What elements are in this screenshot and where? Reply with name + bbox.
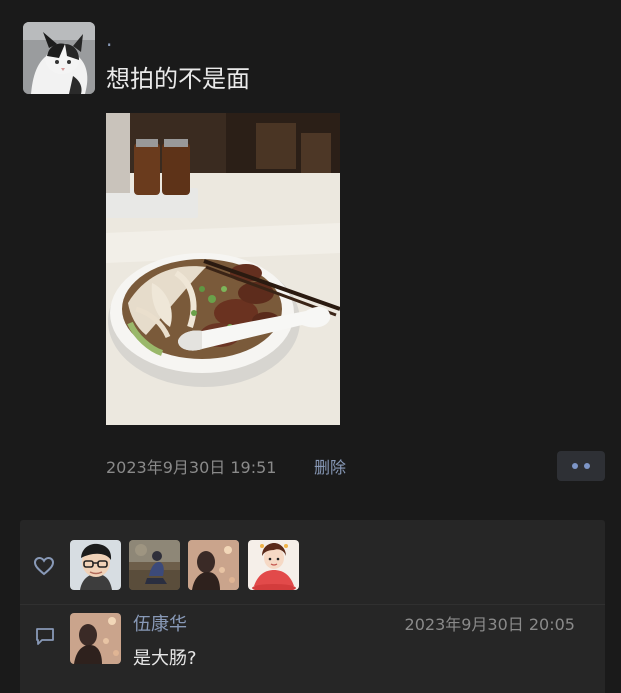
more-dots-icon <box>584 463 590 469</box>
delete-button[interactable]: 删除 <box>314 457 346 479</box>
like-avatar-cartoon-girl[interactable] <box>248 540 299 590</box>
more-options-button[interactable] <box>557 451 605 481</box>
like-avatar-figure-sitting[interactable] <box>129 540 180 590</box>
post-timestamp: 2023年9月30日 19:51 <box>106 458 277 477</box>
more-dots-icon <box>572 463 578 469</box>
commenter-avatar[interactable] <box>70 613 121 664</box>
commenter-name[interactable]: 伍康华 <box>133 613 187 637</box>
heart-icon <box>33 555 55 577</box>
like-avatar-boy-glasses[interactable] <box>70 540 121 590</box>
divider <box>20 604 605 605</box>
post-photo[interactable] <box>106 113 340 425</box>
post-text: 想拍的不是面 <box>106 65 250 93</box>
comment-timestamp: 2023年9月30日 20:05 <box>404 615 575 634</box>
post-author-avatar[interactable] <box>23 22 95 94</box>
like-avatar-shadow-portrait[interactable] <box>188 540 239 590</box>
comment-icon <box>34 626 56 646</box>
post-author-name[interactable]: . <box>106 28 112 50</box>
comment-text[interactable]: 是大肠? <box>133 645 197 673</box>
